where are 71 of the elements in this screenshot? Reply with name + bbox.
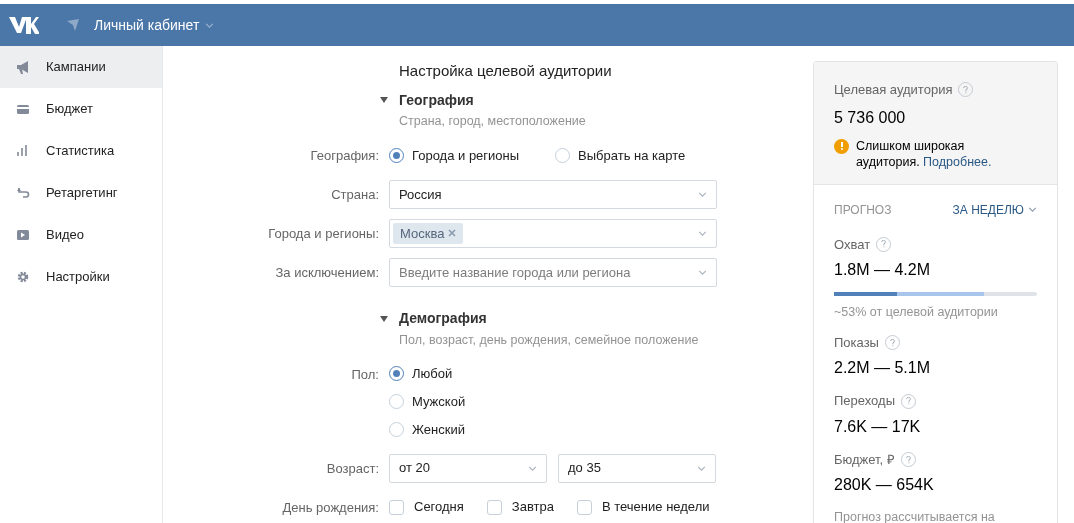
video-icon [16, 228, 30, 242]
radio-label: Женский [412, 420, 465, 439]
return-arrow-icon [16, 186, 30, 200]
wallet-icon [16, 102, 30, 116]
details-link[interactable]: Подробнее. [923, 154, 992, 169]
field-label: Возраст: [325, 459, 380, 478]
collapse-triangle-icon[interactable] [380, 96, 390, 104]
remove-icon[interactable] [448, 229, 457, 238]
settings-icon [16, 270, 30, 284]
megaphone-icon [16, 60, 30, 74]
chevron-down-icon [698, 230, 707, 236]
radio-label: Выбрать на карте [578, 146, 686, 165]
sidebar-item[interactable]: Видео [0, 214, 162, 256]
checkbox-label: В течение недели [601, 498, 710, 517]
vk-logo-icon[interactable] [9, 16, 39, 34]
chevron-down-icon [528, 465, 537, 471]
radio-label: Мужской [412, 392, 466, 411]
warning-icon [834, 138, 849, 154]
select-field[interactable]: Введите название города или региона [389, 257, 717, 287]
audience-label: Целевая аудитория [834, 81, 953, 99]
sidebar-item[interactable]: Кампании [0, 46, 162, 88]
select-field[interactable]: Россия [389, 179, 717, 209]
section-subtitle: Страна, город, местоположение [399, 113, 587, 130]
section-subtitle: Пол, возраст, день рождения, семейное положение [399, 331, 700, 349]
select-field[interactable]: до 35 [558, 453, 716, 483]
metric-label: Охват [834, 235, 871, 254]
tag-chip[interactable]: Москва [393, 222, 464, 244]
field-label: За исключением: [274, 263, 380, 282]
tag-input-field[interactable]: Москва [389, 218, 717, 248]
chevron-down-icon [1028, 207, 1037, 212]
metric-value: 1.8M — 4.2M [834, 260, 932, 280]
account-menu[interactable]: Личный кабинет [94, 14, 215, 36]
reach-note: ~53% от целевой аудитории [834, 304, 999, 321]
warning-text: Слишком широкая аудитория. Подробнее. [856, 137, 993, 170]
chevron-down-icon [698, 191, 707, 197]
sidebar-item[interactable]: Бюджет [0, 88, 162, 130]
metric-value: 7.6K — 17K [834, 416, 922, 437]
chevron-down-icon [698, 269, 707, 275]
checkbox-label: Завтра [511, 498, 554, 517]
checkbox[interactable] [389, 499, 404, 515]
radio-label: Любой [412, 364, 453, 383]
field-label: Страна: [330, 185, 380, 204]
field-label: География: [309, 146, 380, 165]
section-title: География [399, 90, 474, 110]
sidebar-item[interactable]: Настройки [0, 256, 162, 298]
field-label: Города и регионы: [267, 224, 380, 243]
chevron-down-icon [205, 22, 215, 28]
cursor-icon [67, 19, 79, 31]
checkbox[interactable] [486, 499, 502, 515]
metric-label: Бюджет, ₽ [834, 450, 895, 469]
bar-chart-icon [16, 144, 30, 158]
forecast-note: Прогноз рассчитывается на [834, 509, 996, 523]
field-label: День рождения: [281, 498, 380, 517]
field-label: Пол: [350, 365, 380, 384]
metric-value: 280K — 654K [834, 475, 935, 496]
sidebar-item[interactable]: Ретаргетинг [0, 172, 162, 214]
metric-label: Показы [834, 333, 879, 352]
sidebar-item[interactable]: Статистика [0, 130, 162, 172]
audience-count: 5 736 000 [834, 107, 907, 128]
metric-label: Переходы [834, 392, 895, 411]
forecast-title: ПРОГНОЗ [834, 201, 892, 219]
period-dropdown[interactable]: ЗА НЕДЕЛЮ [952, 200, 1037, 219]
radio-label: Города и регионы [412, 146, 520, 165]
section-title: Демография [399, 309, 487, 329]
form-title: Настройка целевой аудитории [398, 61, 613, 81]
collapse-triangle-icon[interactable] [380, 314, 390, 323]
checkbox-label: Сегодня [414, 498, 464, 517]
checkbox[interactable] [576, 499, 592, 515]
select-field[interactable]: от 20 [389, 453, 547, 483]
chevron-down-icon [697, 465, 706, 471]
metric-value: 2.2M — 5.1M [834, 358, 932, 379]
